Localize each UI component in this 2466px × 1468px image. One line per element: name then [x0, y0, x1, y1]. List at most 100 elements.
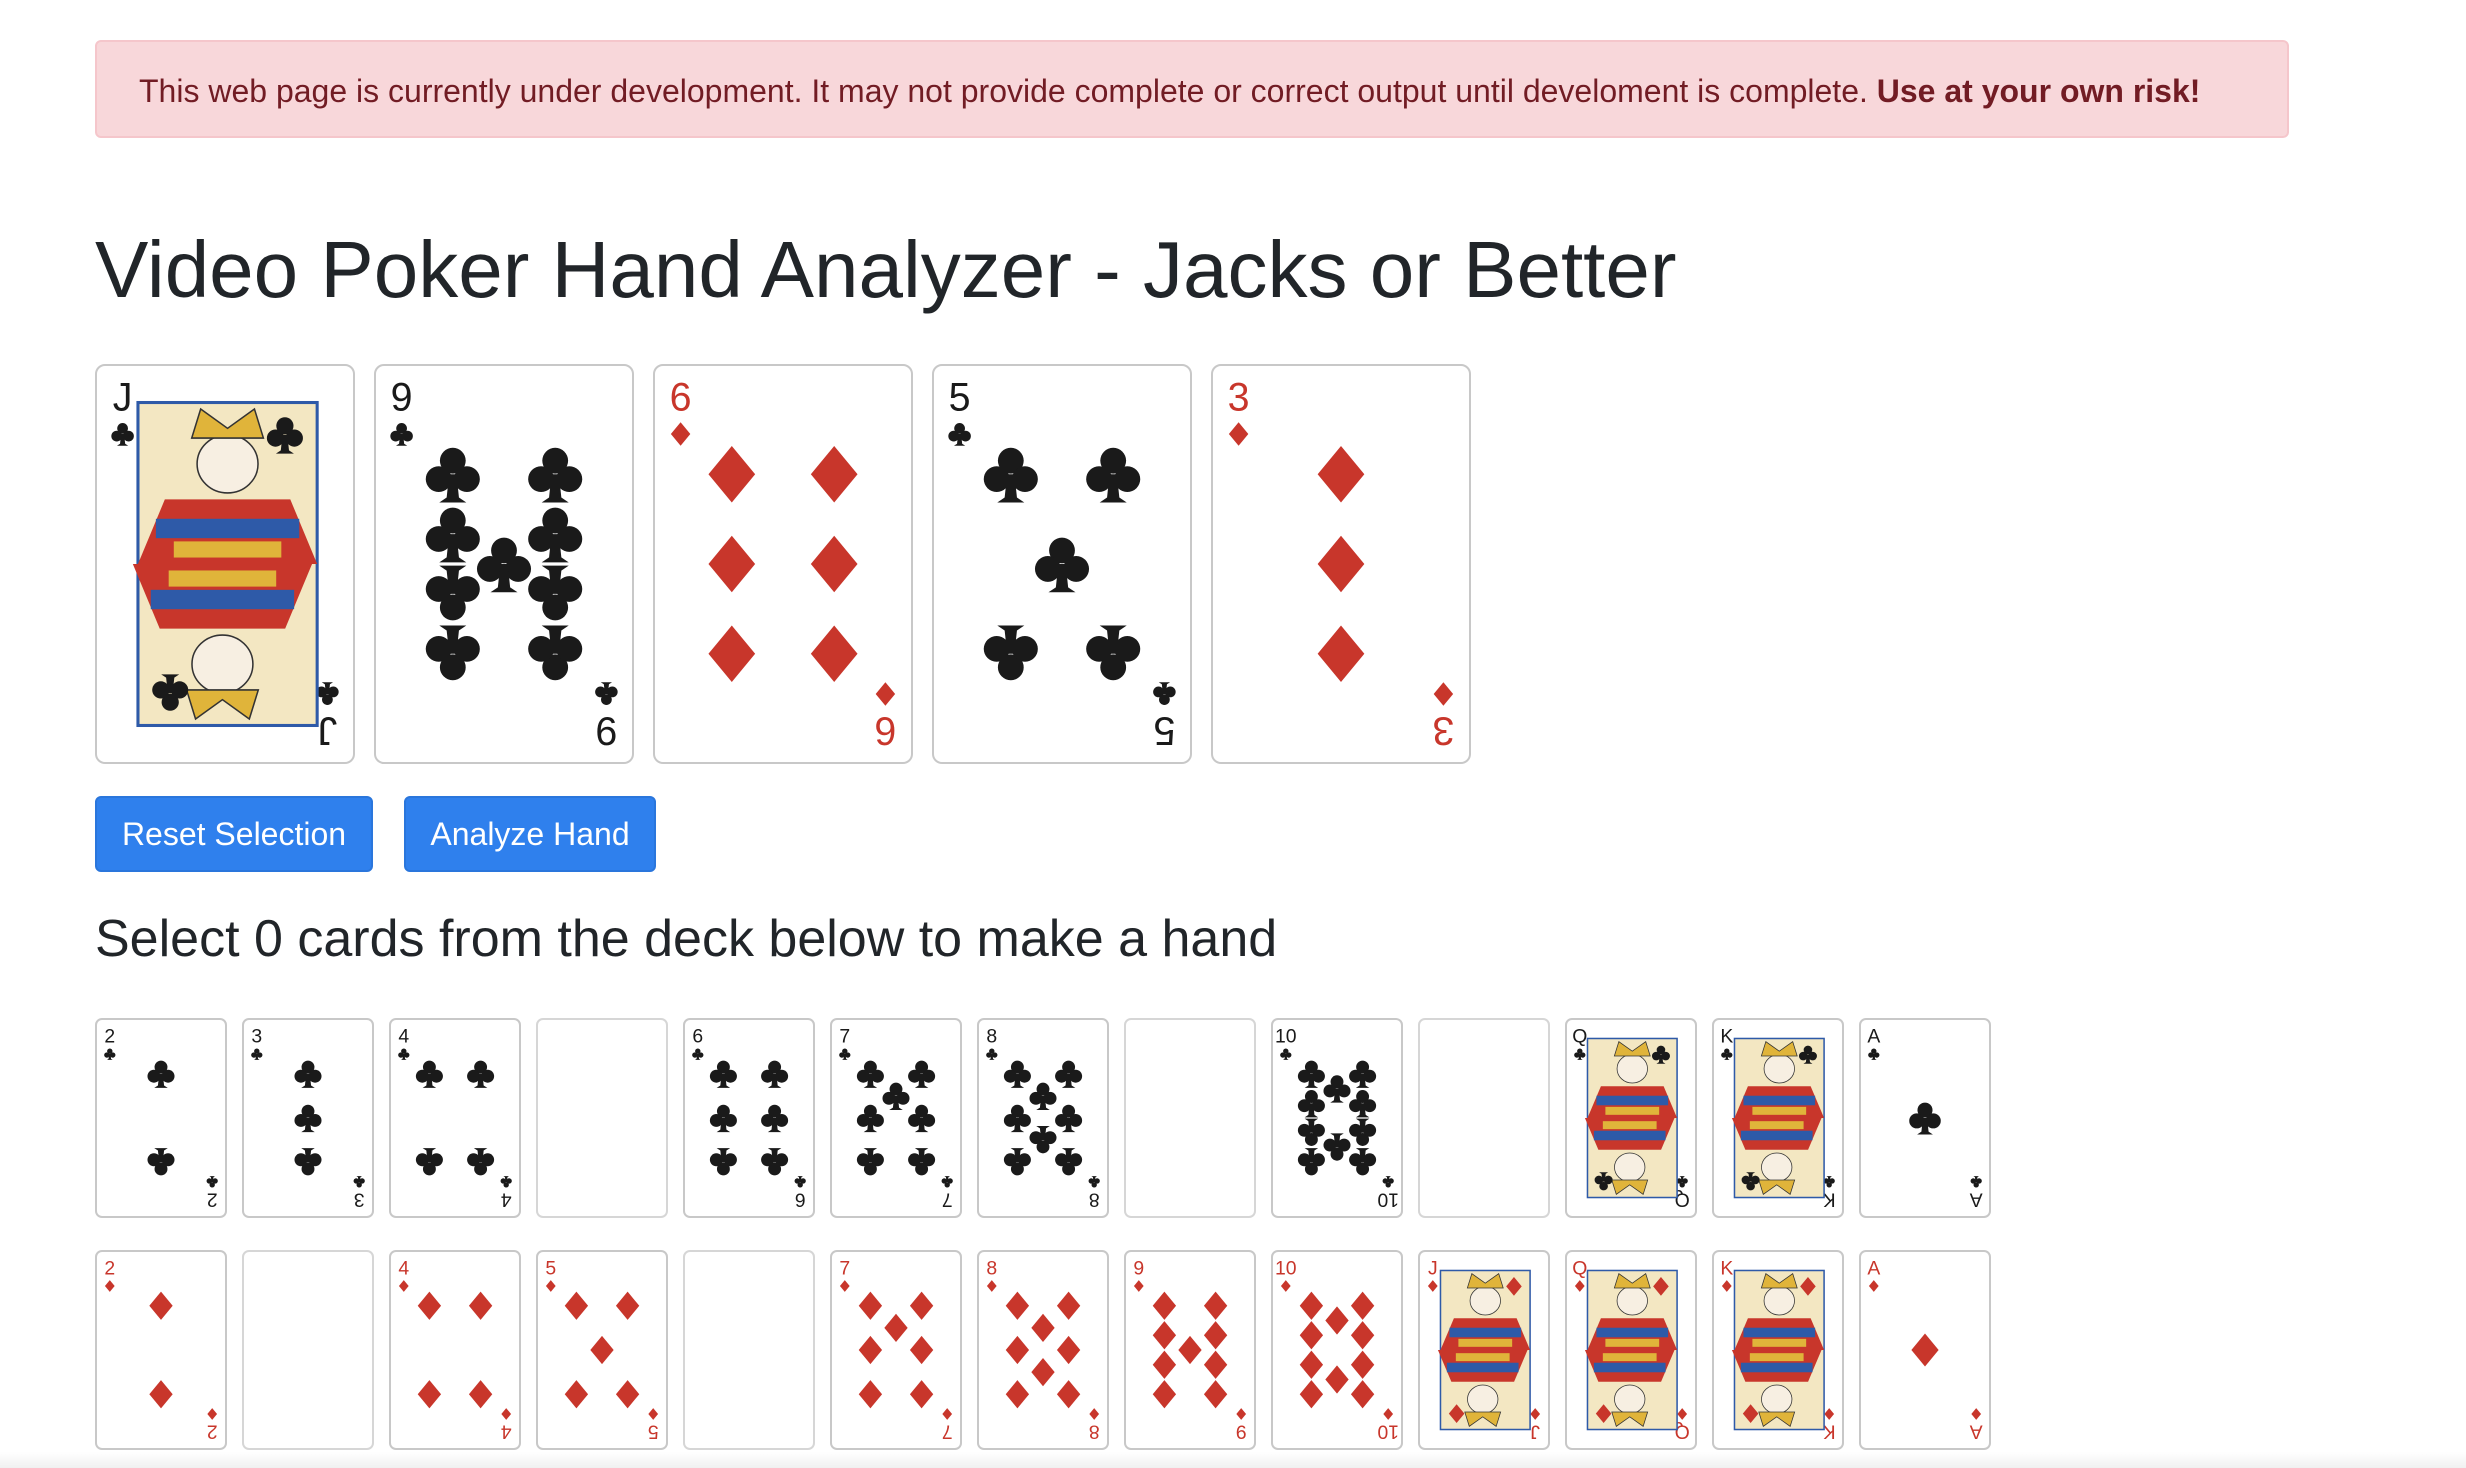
- deck-card[interactable]: JJ: [1418, 1250, 1550, 1450]
- club-pip-icon: [1823, 1176, 1835, 1188]
- card-rank-corner-flipped: 8: [1089, 1421, 1100, 1443]
- diamond-pip-icon: [1317, 625, 1365, 683]
- club-pip-icon: [794, 1176, 806, 1188]
- deck-card[interactable]: 44: [389, 1018, 521, 1218]
- diamond-pip-icon: [1971, 1408, 1982, 1420]
- deck-card[interactable]: 10 10: [1271, 1018, 1403, 1218]
- deck-card[interactable]: 77: [830, 1018, 962, 1218]
- card-rank-corner-flipped: 5: [1153, 709, 1175, 753]
- card-rank-corner: 10: [1275, 1025, 1297, 1047]
- deck-card[interactable]: QQ: [1565, 1018, 1697, 1218]
- deck-card[interactable]: 88: [977, 1250, 1109, 1450]
- club-pip-icon: [709, 1148, 737, 1176]
- club-pip-icon: [908, 1060, 936, 1088]
- club-pip-icon: [1721, 1048, 1733, 1060]
- club-pip-icon: [467, 1148, 495, 1176]
- hand-card[interactable]: 33: [1211, 364, 1471, 764]
- deck-empty-slot[interactable]: [242, 1250, 374, 1450]
- deck-card[interactable]: 33: [242, 1018, 374, 1218]
- deck-card[interactable]: 88: [977, 1018, 1109, 1218]
- diamond-pip-icon: [1031, 1313, 1055, 1343]
- club-pip-icon: [147, 1060, 175, 1088]
- diamond-pip-icon: [1152, 1321, 1177, 1350]
- diamond-pip-icon: [810, 535, 858, 593]
- deck-empty-slot[interactable]: [1124, 1018, 1256, 1218]
- diamond-pip-icon: [1911, 1333, 1939, 1367]
- deck-card[interactable]: 99: [1124, 1250, 1256, 1450]
- diamond-pip-icon: [417, 1291, 442, 1320]
- card-rank-corner: 8: [986, 1025, 997, 1047]
- club-pip-icon: [294, 1148, 322, 1176]
- card-rank-corner-flipped: 10: [1377, 1421, 1399, 1443]
- diamond-pip-icon: [590, 1335, 614, 1365]
- diamond-pip-icon: [858, 1335, 883, 1365]
- deck-card[interactable]: QQ: [1565, 1250, 1697, 1450]
- analyze-hand-button[interactable]: Analyze Hand: [404, 796, 656, 872]
- card-rank-corner: Q: [1572, 1257, 1587, 1279]
- diamond-pip-icon: [1236, 1408, 1247, 1420]
- club-pip-icon: [1086, 625, 1141, 681]
- club-pip-icon: [1970, 1176, 1982, 1188]
- diamond-pip-icon: [942, 1408, 953, 1420]
- club-pip-icon: [294, 1060, 322, 1088]
- card-rank-corner: 8: [986, 1257, 997, 1279]
- card-rank-corner: Q: [1572, 1025, 1587, 1047]
- deck-card[interactable]: 10 10: [1271, 1250, 1403, 1450]
- card-rank-corner: 7: [839, 1025, 850, 1047]
- card-rank-corner-flipped: 6: [795, 1189, 806, 1211]
- diamond-pip-icon: [810, 445, 858, 503]
- diamond-pip-icon: [875, 682, 896, 706]
- diamond-pip-icon: [1574, 1280, 1585, 1292]
- hand-card[interactable]: 66: [653, 364, 913, 764]
- diamond-pip-icon: [1721, 1280, 1732, 1292]
- deck-card[interactable]: 22: [95, 1018, 227, 1218]
- club-pip-icon: [316, 682, 339, 705]
- deck-card[interactable]: 77: [830, 1250, 962, 1450]
- diamond-pip-icon: [1433, 682, 1454, 706]
- deck-card[interactable]: AA: [1859, 1018, 1991, 1218]
- diamond-pip-icon: [1056, 1291, 1081, 1320]
- card-rank-corner: 9: [391, 375, 413, 419]
- diamond-pip-icon: [501, 1408, 512, 1420]
- diamond-pip-icon: [1299, 1291, 1324, 1320]
- deck-card[interactable]: KK: [1712, 1250, 1844, 1450]
- club-pip-icon: [398, 1048, 410, 1060]
- deck-card[interactable]: 22: [95, 1250, 227, 1450]
- hand-card[interactable]: 99: [374, 364, 634, 764]
- deck-card[interactable]: AA: [1859, 1250, 1991, 1450]
- club-pip-icon: [856, 1104, 884, 1133]
- club-pip-icon: [983, 447, 1038, 503]
- card-rank-corner: 4: [398, 1257, 409, 1279]
- alert-text: This web page is currently under develop…: [139, 73, 1868, 109]
- deck-card[interactable]: 55: [536, 1250, 668, 1450]
- diamond-pip-icon: [1299, 1380, 1324, 1409]
- club-pip-icon: [1029, 1082, 1057, 1111]
- diamond-pip-icon: [1089, 1408, 1100, 1420]
- card-rank-corner-flipped: A: [1970, 1421, 1983, 1443]
- deck-empty-slot[interactable]: [1418, 1018, 1550, 1218]
- club-pip-icon: [856, 1060, 884, 1088]
- deck-empty-slot[interactable]: [683, 1250, 815, 1450]
- club-pip-icon: [1297, 1060, 1325, 1088]
- card-rank-corner-flipped: 4: [501, 1189, 512, 1211]
- reset-selection-button[interactable]: Reset Selection: [95, 796, 373, 872]
- diamond-pip-icon: [986, 1280, 997, 1292]
- deck-card[interactable]: 44: [389, 1250, 521, 1450]
- club-pip-icon: [1003, 1104, 1031, 1133]
- page: This web page is currently under develop…: [0, 0, 2466, 1468]
- club-pip-icon: [1382, 1176, 1394, 1188]
- club-pip-icon: [1297, 1118, 1325, 1146]
- hand-card[interactable]: 55: [932, 364, 1192, 764]
- diamond-pip-icon: [149, 1380, 173, 1409]
- deck-empty-slot[interactable]: [536, 1018, 668, 1218]
- diamond-pip-icon: [545, 1280, 556, 1292]
- club-pip-icon: [528, 565, 583, 621]
- club-pip-icon: [294, 1104, 322, 1133]
- club-pip-icon: [761, 1148, 789, 1176]
- deck-card[interactable]: 66: [683, 1018, 815, 1218]
- hand-card[interactable]: JJ: [95, 364, 355, 764]
- club-pip-icon: [1574, 1048, 1586, 1060]
- diamond-pip-icon: [417, 1380, 442, 1409]
- club-pip-icon: [425, 565, 480, 621]
- deck-card[interactable]: KK: [1712, 1018, 1844, 1218]
